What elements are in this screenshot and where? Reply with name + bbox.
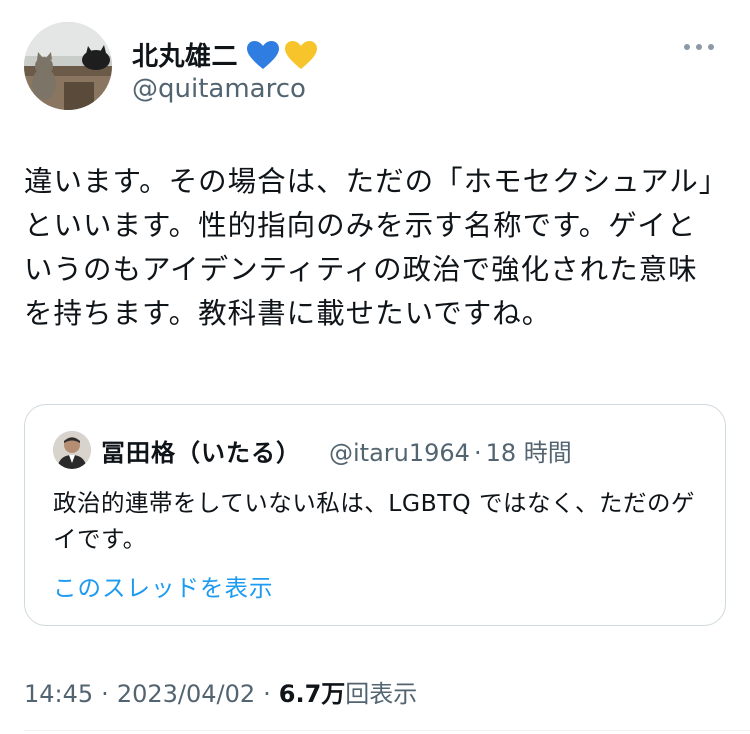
yellow-heart-icon (285, 40, 318, 69)
tweet-text: 違います。その場合は、ただの「ホモセクシュアル」といいます。性的指向のみを示す名… (24, 165, 715, 330)
tweet-time[interactable]: 14:45 (24, 680, 93, 708)
separator-dot: · (101, 680, 109, 708)
quoted-timestamp[interactable]: 18 時間 (486, 433, 572, 468)
author-name[interactable]: 北丸雄二 (132, 36, 318, 73)
quoted-tweet[interactable]: 冨田格（いたる） @itaru1964 · 18 時間 政治的連帯をしていない私… (24, 404, 726, 626)
quoted-author-name[interactable]: 冨田格（いたる） (101, 433, 301, 468)
quoted-text: 政治的連帯をしていない私は、LGBTQ ではなく、ただのゲイです。 (53, 489, 696, 553)
tweet-date[interactable]: 2023/04/02 (117, 680, 255, 708)
heart-emojis (246, 40, 318, 70)
author-handle[interactable]: @quitamarco (132, 74, 306, 104)
more-options-icon[interactable] (678, 38, 720, 56)
divider (24, 730, 750, 731)
quoted-header: 冨田格（いたる） @itaru1964 · 18 時間 (101, 433, 572, 468)
separator-dot: · (473, 439, 482, 467)
author-avatar[interactable] (24, 22, 112, 110)
view-count: 6.7万 (278, 680, 346, 708)
separator-dot: · (263, 680, 271, 708)
show-thread-link[interactable]: このスレッドを表示 (53, 569, 274, 603)
tweet-header: 北丸雄二 @quitamarco (24, 22, 726, 114)
tweet-meta: 14:45 · 2023/04/02 · 6.7万 回表示 (24, 674, 417, 709)
blue-heart-icon (247, 40, 280, 69)
view-label: 回表示 (345, 680, 418, 708)
quoted-author-handle[interactable]: @itaru1964 (329, 439, 470, 467)
quoted-author-avatar[interactable] (53, 431, 91, 469)
